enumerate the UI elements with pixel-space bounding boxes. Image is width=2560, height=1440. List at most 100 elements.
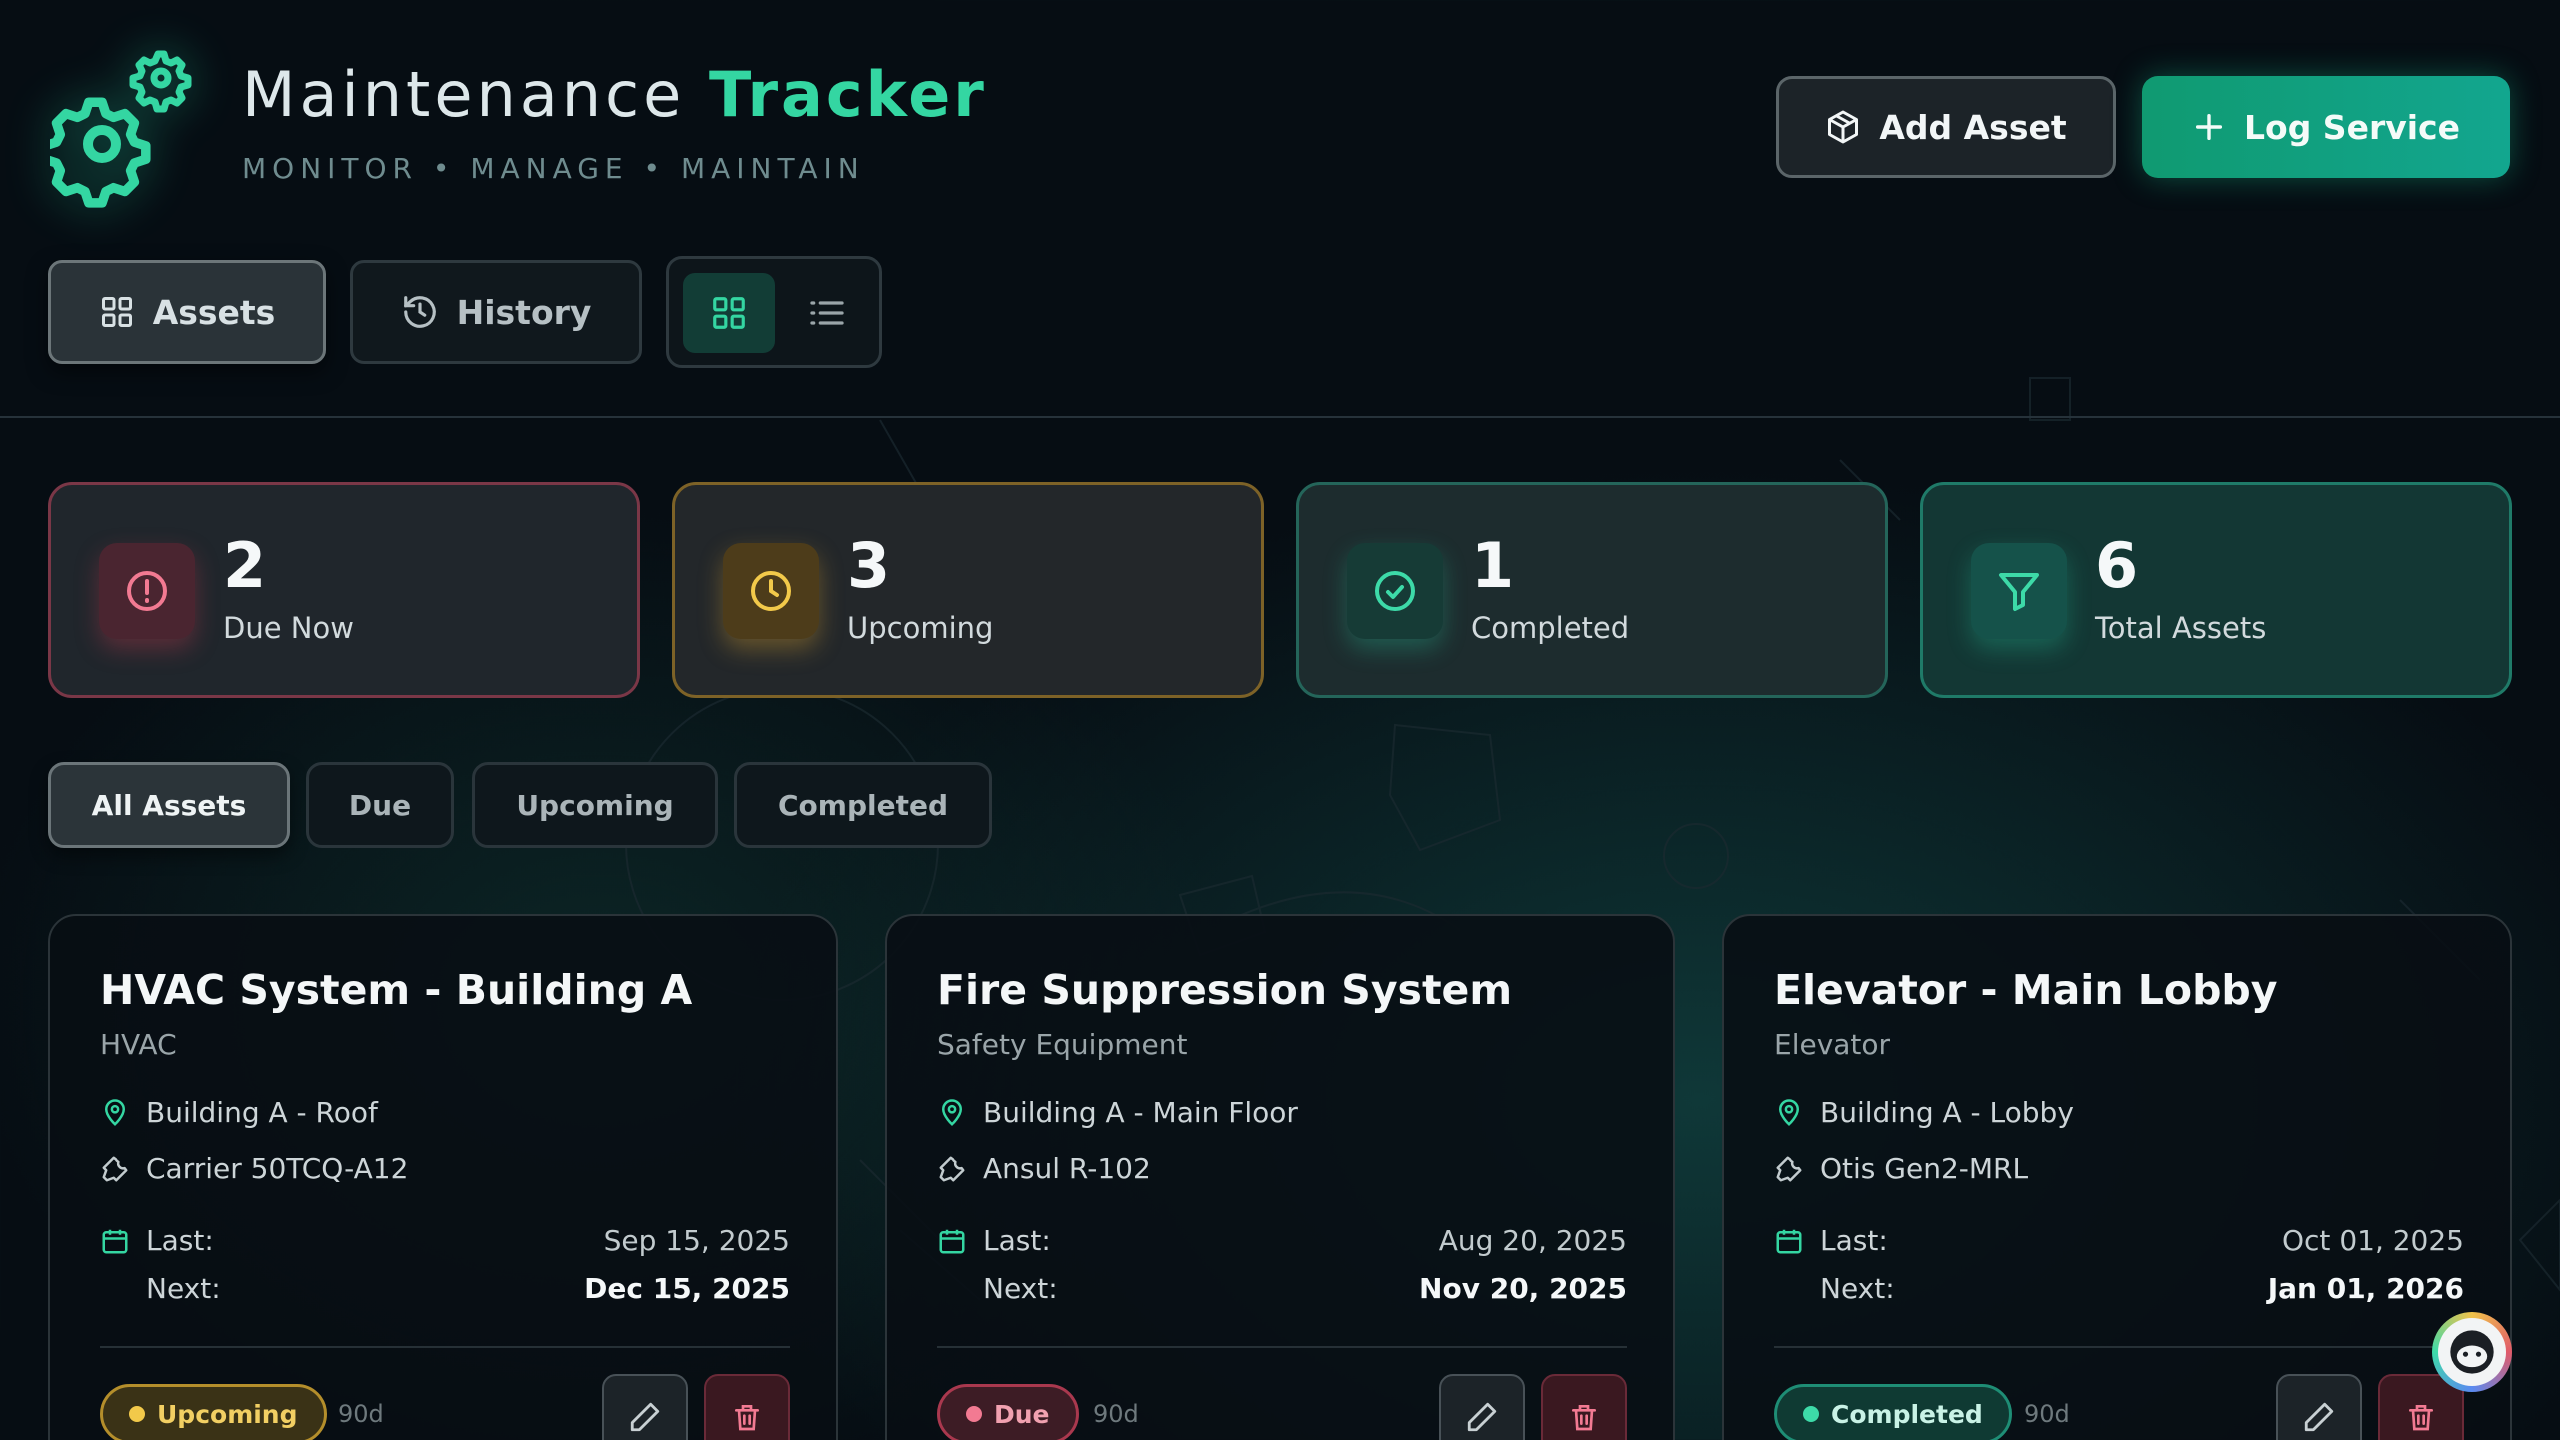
stat-icon-wrap: [1347, 543, 1443, 639]
asset-location: Building A - Main Floor: [937, 1096, 1298, 1129]
app-title: Maintenance Tracker: [242, 58, 987, 131]
status-text: Upcoming: [157, 1399, 298, 1429]
asset-model: Otis Gen2-MRL: [1774, 1152, 2028, 1185]
edit-button[interactable]: [1439, 1374, 1525, 1440]
last-label: Last:: [983, 1224, 1051, 1257]
stat-icon-wrap: [99, 543, 195, 639]
pencil-icon: [2304, 1402, 2334, 1432]
delete-button[interactable]: [704, 1374, 790, 1440]
grid-view-icon: [713, 297, 745, 329]
status-badge: Upcoming: [100, 1384, 327, 1440]
asset-last-service: Last: Aug 20, 2025: [937, 1224, 1627, 1257]
trash-icon: [2409, 1405, 2433, 1431]
grid-icon: [101, 297, 132, 327]
asset-last-service: Last: Sep 15, 2025: [100, 1224, 790, 1257]
tab-history-label: History: [456, 292, 592, 332]
add-asset-button[interactable]: Add Asset: [1776, 76, 2116, 178]
last-date: Aug 20, 2025: [1438, 1224, 1627, 1257]
clock-icon: [751, 571, 791, 611]
wrench-icon: [102, 1156, 128, 1181]
map-pin-icon: [1778, 1098, 1800, 1126]
asset-model-text: Ansul R-102: [983, 1152, 1151, 1185]
add-asset-label: Add Asset: [1879, 107, 2067, 147]
card-divider: [1774, 1346, 2464, 1348]
asset-card[interactable]: Fire Suppression System Safety Equipment…: [885, 914, 1675, 1440]
gears-icon: [50, 50, 192, 208]
asset-location: Building A - Roof: [100, 1096, 378, 1129]
asset-title: Elevator - Main Lobby: [1774, 966, 2278, 1014]
wrench-icon: [939, 1156, 965, 1181]
stat-value: 3: [847, 529, 891, 602]
grid-view-button[interactable]: [683, 273, 775, 353]
service-interval: 90d: [1093, 1400, 1139, 1428]
filter-due[interactable]: Due: [306, 762, 454, 848]
asset-location-text: Building A - Lobby: [1820, 1096, 2074, 1129]
list-view-button[interactable]: [781, 273, 873, 353]
asset-next-service: Next: Jan 01, 2026: [1820, 1272, 2464, 1305]
status-dot: [1803, 1406, 1819, 1422]
asset-category: HVAC: [100, 1028, 177, 1061]
asset-model-text: Carrier 50TCQ-A12: [146, 1152, 409, 1185]
card-divider: [937, 1346, 1627, 1348]
stat-label: Upcoming: [847, 611, 994, 645]
next-label: Next:: [983, 1272, 1058, 1305]
edit-button[interactable]: [602, 1374, 688, 1440]
status-badge: Due: [937, 1384, 1079, 1440]
view-toggle: [666, 256, 882, 368]
status-text: Due: [994, 1399, 1050, 1429]
status-dot: [129, 1406, 145, 1422]
app-title-primary: Maintenance: [242, 58, 686, 131]
asset-model: Ansul R-102: [937, 1152, 1151, 1185]
asset-card[interactable]: Elevator - Main Lobby Elevator Building …: [1722, 914, 2512, 1440]
history-icon: [403, 296, 436, 328]
stat-label: Total Assets: [2095, 611, 2267, 645]
asset-card[interactable]: HVAC System - Building A HVAC Building A…: [48, 914, 838, 1440]
calendar-icon: [102, 1229, 128, 1253]
trash-icon: [735, 1405, 759, 1431]
asset-location: Building A - Lobby: [1774, 1096, 2074, 1129]
stat-label: Due Now: [223, 611, 354, 645]
service-interval: 90d: [2024, 1400, 2070, 1428]
stat-icon-wrap: [1971, 543, 2067, 639]
asset-model-text: Otis Gen2-MRL: [1820, 1152, 2029, 1185]
calendar-icon: [1776, 1229, 1802, 1253]
filter-upcoming[interactable]: Upcoming: [472, 762, 718, 848]
assistant-avatar[interactable]: [2432, 1312, 2512, 1392]
tab-assets[interactable]: Assets: [48, 260, 326, 364]
next-label: Next:: [1820, 1272, 1895, 1305]
check-circle-icon: [1375, 571, 1415, 611]
stat-upcoming: 3 Upcoming: [672, 482, 1264, 698]
plus-icon: [2195, 113, 2223, 141]
edit-button[interactable]: [2276, 1374, 2362, 1440]
asset-category: Safety Equipment: [937, 1028, 1188, 1061]
asset-location-text: Building A - Roof: [146, 1096, 378, 1129]
trash-icon: [1572, 1405, 1596, 1431]
log-service-button[interactable]: Log Service: [2142, 76, 2510, 178]
stat-value: 2: [223, 529, 267, 602]
pencil-icon: [1467, 1402, 1497, 1432]
asset-title: Fire Suppression System: [937, 966, 1513, 1014]
stat-value: 6: [2095, 529, 2139, 602]
pencil-icon: [630, 1402, 660, 1432]
asset-next-service: Next: Nov 20, 2025: [983, 1272, 1627, 1305]
app-subtitle: MONITOR • MANAGE • MAINTAIN: [242, 152, 865, 185]
filter-completed[interactable]: Completed: [734, 762, 992, 848]
stat-total-assets: 6 Total Assets: [1920, 482, 2512, 698]
tab-assets-label: Assets: [152, 292, 276, 332]
tab-history[interactable]: History: [350, 260, 642, 364]
stat-completed: 1 Completed: [1296, 482, 1888, 698]
last-date: Sep 15, 2025: [603, 1224, 790, 1257]
alert-circle-icon: [127, 571, 167, 611]
wrench-icon: [1776, 1156, 1802, 1181]
stat-due-now: 2 Due Now: [48, 482, 640, 698]
next-date: Nov 20, 2025: [1419, 1272, 1627, 1305]
delete-button[interactable]: [1541, 1374, 1627, 1440]
filter-all-assets[interactable]: All Assets: [48, 762, 290, 848]
log-service-label: Log Service: [2244, 107, 2460, 147]
asset-title: HVAC System - Building A: [100, 966, 693, 1014]
card-divider: [100, 1346, 790, 1348]
filter-icon: [1999, 573, 2039, 611]
service-interval: 90d: [338, 1400, 384, 1428]
app-title-accent: Tracker: [709, 58, 987, 131]
last-label: Last:: [146, 1224, 214, 1257]
